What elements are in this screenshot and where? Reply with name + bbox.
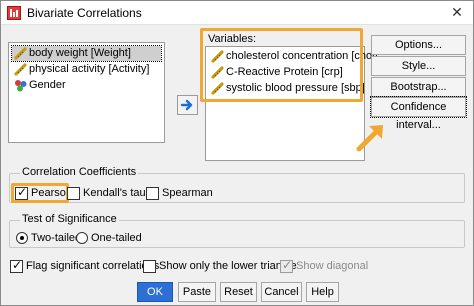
source-variable-list[interactable]: body weight [Weight] physical activity [… <box>8 42 165 143</box>
one-tailed-label[interactable]: One-tailed <box>91 232 142 244</box>
move-to-variables-button[interactable] <box>177 95 198 115</box>
scale-ruler-icon <box>211 50 224 63</box>
style-button[interactable]: Style... <box>371 56 466 76</box>
variables-label: Variables: <box>208 33 257 45</box>
list-item-label: body weight [Weight] <box>29 47 131 59</box>
two-tailed-label[interactable]: Two-tailed <box>31 232 81 244</box>
help-button[interactable]: Help <box>306 282 339 302</box>
show-diagonal-label: Show diagonal <box>296 260 369 272</box>
confidence-interval-button[interactable]: Confidence interval... <box>370 96 467 131</box>
group-title: Test of Significance <box>20 213 119 225</box>
list-item[interactable]: systolic blood pressure [sbp] <box>209 81 365 96</box>
group-title: Correlation Coefficients <box>20 166 139 178</box>
pearson-label[interactable]: Pearson <box>31 187 72 199</box>
lower-triangle-checkbox[interactable] <box>143 260 156 273</box>
variables-list[interactable]: cholesterol concentration [chol] C-React… <box>205 46 378 161</box>
list-item[interactable]: physical activity [Activity] <box>12 62 149 77</box>
nominal-balls-icon <box>15 80 27 92</box>
pearson-checkbox[interactable] <box>15 185 28 200</box>
paste-button[interactable]: Paste <box>178 282 216 302</box>
spearman-checkbox[interactable] <box>146 187 159 200</box>
scale-ruler-icon <box>211 66 224 79</box>
app-icon <box>7 6 21 20</box>
spearman-label[interactable]: Spearman <box>162 187 213 199</box>
kendall-label[interactable]: Kendall's tau-b <box>83 187 155 199</box>
list-item-label: physical activity [Activity] <box>29 63 150 75</box>
cancel-button[interactable]: Cancel <box>261 282 302 302</box>
list-item-label: cholesterol concentration [chol] <box>226 50 378 62</box>
scale-ruler-icon <box>14 63 27 76</box>
flag-significant-label[interactable]: Flag significant correlations <box>26 260 159 272</box>
ok-button[interactable]: OK <box>137 282 173 302</box>
flag-significant-checkbox[interactable] <box>10 258 23 273</box>
two-tailed-radio[interactable] <box>16 232 28 244</box>
list-item[interactable]: cholesterol concentration [chol] <box>209 49 378 64</box>
one-tailed-radio[interactable] <box>76 232 88 244</box>
arrow-right-icon <box>180 99 193 111</box>
dialog-window: Bivariate Correlations ✕ body weight [We… <box>0 0 474 306</box>
pointer-arrow-icon <box>356 125 383 152</box>
kendall-checkbox[interactable] <box>67 187 80 200</box>
title-bar: Bivariate Correlations ✕ <box>1 1 473 25</box>
show-diagonal-checkbox <box>280 258 293 273</box>
close-icon[interactable]: ✕ <box>449 4 465 20</box>
window-title: Bivariate Correlations <box>27 6 142 20</box>
reset-button[interactable]: Reset <box>220 282 257 302</box>
scale-ruler-icon <box>211 82 224 95</box>
options-button[interactable]: Options... <box>371 35 466 55</box>
list-item-label: Gender <box>29 79 66 91</box>
list-item[interactable]: body weight [Weight] <box>11 45 162 62</box>
bootstrap-button[interactable]: Bootstrap... <box>371 77 466 97</box>
list-item[interactable]: Gender <box>12 78 66 93</box>
lower-triangle-label[interactable]: Show only the lower triangle <box>159 260 297 272</box>
list-item-label: C-Reactive Protein [crp] <box>226 66 343 78</box>
scale-ruler-icon <box>14 47 27 60</box>
list-item[interactable]: C-Reactive Protein [crp] <box>209 65 343 80</box>
list-item-label: systolic blood pressure [sbp] <box>226 82 365 94</box>
